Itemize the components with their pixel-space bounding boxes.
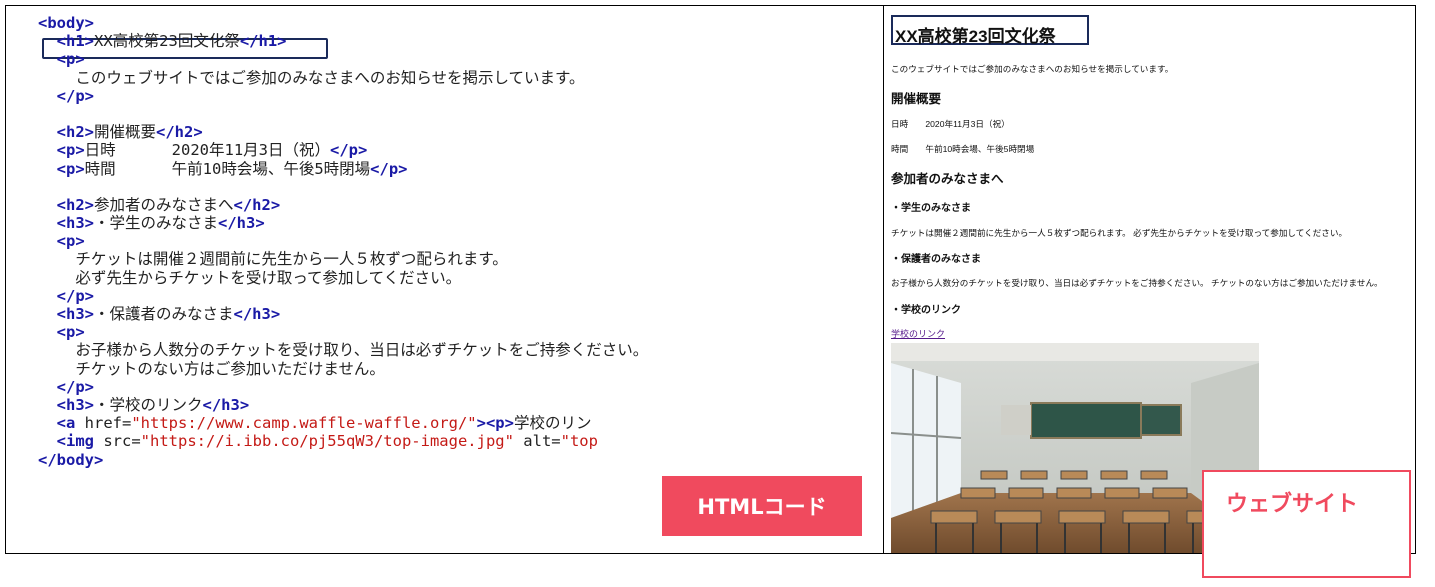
code-line: <h1>XX高校第23回文化祭</h1>	[38, 32, 648, 50]
code-token: </p>	[56, 86, 94, 105]
code-line: 必ず先生からチケットを受け取って参加してください。	[38, 269, 648, 287]
code-line: <a href="https://www.camp.waffle-waffle.…	[38, 414, 648, 432]
code-token: </body>	[38, 450, 104, 469]
code-token: 日時 2020年11月3日（祝）	[84, 141, 330, 160]
code-token: このウェブサイトではご参加のみなさまへのお知らせを掲示しています。	[75, 68, 585, 87]
site-title: XX高校第23回文化祭	[895, 27, 1056, 46]
code-line: <h3>・学生のみなさま</h3>	[38, 214, 648, 232]
code-token: "https://www.camp.waffle-waffle.org/"	[131, 414, 477, 433]
code-token: 時間 午前10時会場、午後5時閉場	[84, 159, 371, 178]
code-token: 学校のリン	[513, 414, 592, 433]
code-line: <img src="https://i.ibb.co/pj55qW3/top-i…	[38, 432, 648, 450]
code-token: ・保護者のみなさま	[94, 305, 234, 323]
code-line: <p>	[38, 232, 648, 250]
code-token: <h3>	[56, 305, 94, 323]
code-line: <p>	[38, 323, 648, 341]
site-title-highlight: XX高校第23回文化祭	[891, 15, 1089, 46]
code-line: <h2>参加者のみなさまへ</h2>	[38, 196, 648, 214]
code-token: </h3>	[218, 214, 265, 233]
code-line: <body>	[38, 14, 648, 32]
code-token: <h2>	[56, 195, 94, 214]
code-line: <p>	[38, 50, 648, 68]
code-token: alt=	[513, 432, 561, 451]
code-token: href=	[84, 414, 132, 433]
code-token: <p>	[56, 50, 85, 69]
code-token: <body>	[38, 14, 94, 32]
site-intro: このウェブサイトではご参加のみなさまへのお知らせを掲示しています。	[891, 64, 1174, 74]
code-token: </h2>	[233, 195, 281, 214]
students-text: チケットは開催２週間前に先生から一人５枚ずつ配られます。 必ず先生からチケットを…	[891, 228, 1348, 238]
html-code-panel: <body> <h1>XX高校第23回文化祭</h1> <p> このウェブサイト…	[5, 5, 883, 554]
code-line: </p>	[38, 87, 648, 105]
code-line: お子様から人数分のチケットを受け取り、当日は必ずチケットをご持参ください。	[38, 341, 648, 359]
code-token: src=	[103, 432, 141, 451]
parents-text: お子様から人数分のチケットを受け取り、当日は必ずチケットをご持参ください。 チケ…	[891, 278, 1383, 288]
code-token: チケットは開催２週間前に先生から一人５枚ずつ配られます。	[75, 250, 508, 269]
code-line: <p>日時 2020年11月3日（祝）</p>	[38, 141, 648, 159]
code-token: </p>	[370, 159, 408, 178]
code-token: </p>	[56, 377, 94, 396]
website-label: ウェブサイト	[1202, 470, 1411, 578]
heading-parents: ・保護者のみなさま	[891, 254, 981, 265]
code-token: "top	[560, 432, 598, 451]
heading-students: ・学生のみなさま	[891, 203, 971, 214]
code-token: </p>	[56, 286, 94, 305]
code-token: <h2>	[56, 123, 94, 142]
code-token: <p>	[56, 232, 85, 251]
code-token: <p>	[56, 141, 85, 160]
code-token: </h3>	[202, 395, 250, 414]
code-token: <h3>	[56, 395, 94, 414]
code-token: ・学生のみなさま	[94, 214, 219, 233]
code-token: お子様から人数分のチケットを受け取り、当日は必ずチケットをご持参ください。	[75, 341, 649, 360]
school-link[interactable]: 学校のリンク	[891, 327, 945, 340]
code-token: </h3>	[233, 305, 281, 323]
code-token: XX高校第23回文化祭	[94, 32, 240, 51]
code-token: ><p>	[476, 414, 514, 433]
code-token: "https://i.ibb.co/pj55qW3/top-image.jpg"	[140, 432, 514, 451]
heading-participants: 参加者のみなさまへ	[891, 172, 1004, 186]
code-line: <h2>開催概要</h2>	[38, 123, 648, 141]
code-token: <h3>	[56, 214, 94, 233]
code-token: 必ず先生からチケットを受け取って参加してください。	[75, 268, 462, 287]
code-token: </p>	[330, 141, 368, 160]
code-token: <img	[56, 432, 104, 451]
code-token: <p>	[56, 159, 85, 178]
heading-school-link: ・学校のリンク	[891, 305, 961, 316]
code-line: このウェブサイトではご参加のみなさまへのお知らせを掲示しています。	[38, 69, 648, 87]
code-token: <a	[56, 414, 85, 433]
code-line: チケットは開催２週間前に先生から一人５枚ずつ配られます。	[38, 250, 648, 268]
time-line: 時間 午前10時会場、午後5時閉場	[891, 144, 1035, 154]
code-token: <h1>	[56, 32, 94, 51]
code-token: ・学校のリンク	[94, 395, 203, 414]
date-line: 日時 2020年11月3日（祝）	[891, 119, 1010, 129]
code-line: </body>	[38, 451, 648, 469]
code-token: チケットのない方はご参加いただけません。	[75, 359, 385, 378]
code-token: </h1>	[239, 32, 287, 51]
code-listing: <body> <h1>XX高校第23回文化祭</h1> <p> このウェブサイト…	[38, 14, 648, 469]
heading-overview: 開催概要	[891, 92, 942, 106]
code-line: <h3>・学校のリンク</h3>	[38, 396, 648, 414]
code-token: </h2>	[156, 123, 203, 142]
code-token: 参加者のみなさまへ	[94, 195, 234, 214]
code-line: </p>	[38, 287, 648, 305]
html-code-label: HTMLコード	[662, 476, 862, 536]
code-line: <h3>・保護者のみなさま</h3>	[38, 305, 648, 323]
code-token: <p>	[56, 323, 85, 342]
code-line: </p>	[38, 378, 648, 396]
code-line: <p>時間 午前10時会場、午後5時閉場</p>	[38, 160, 648, 178]
code-line: チケットのない方はご参加いただけません。	[38, 360, 648, 378]
code-token: 開催概要	[94, 123, 157, 142]
